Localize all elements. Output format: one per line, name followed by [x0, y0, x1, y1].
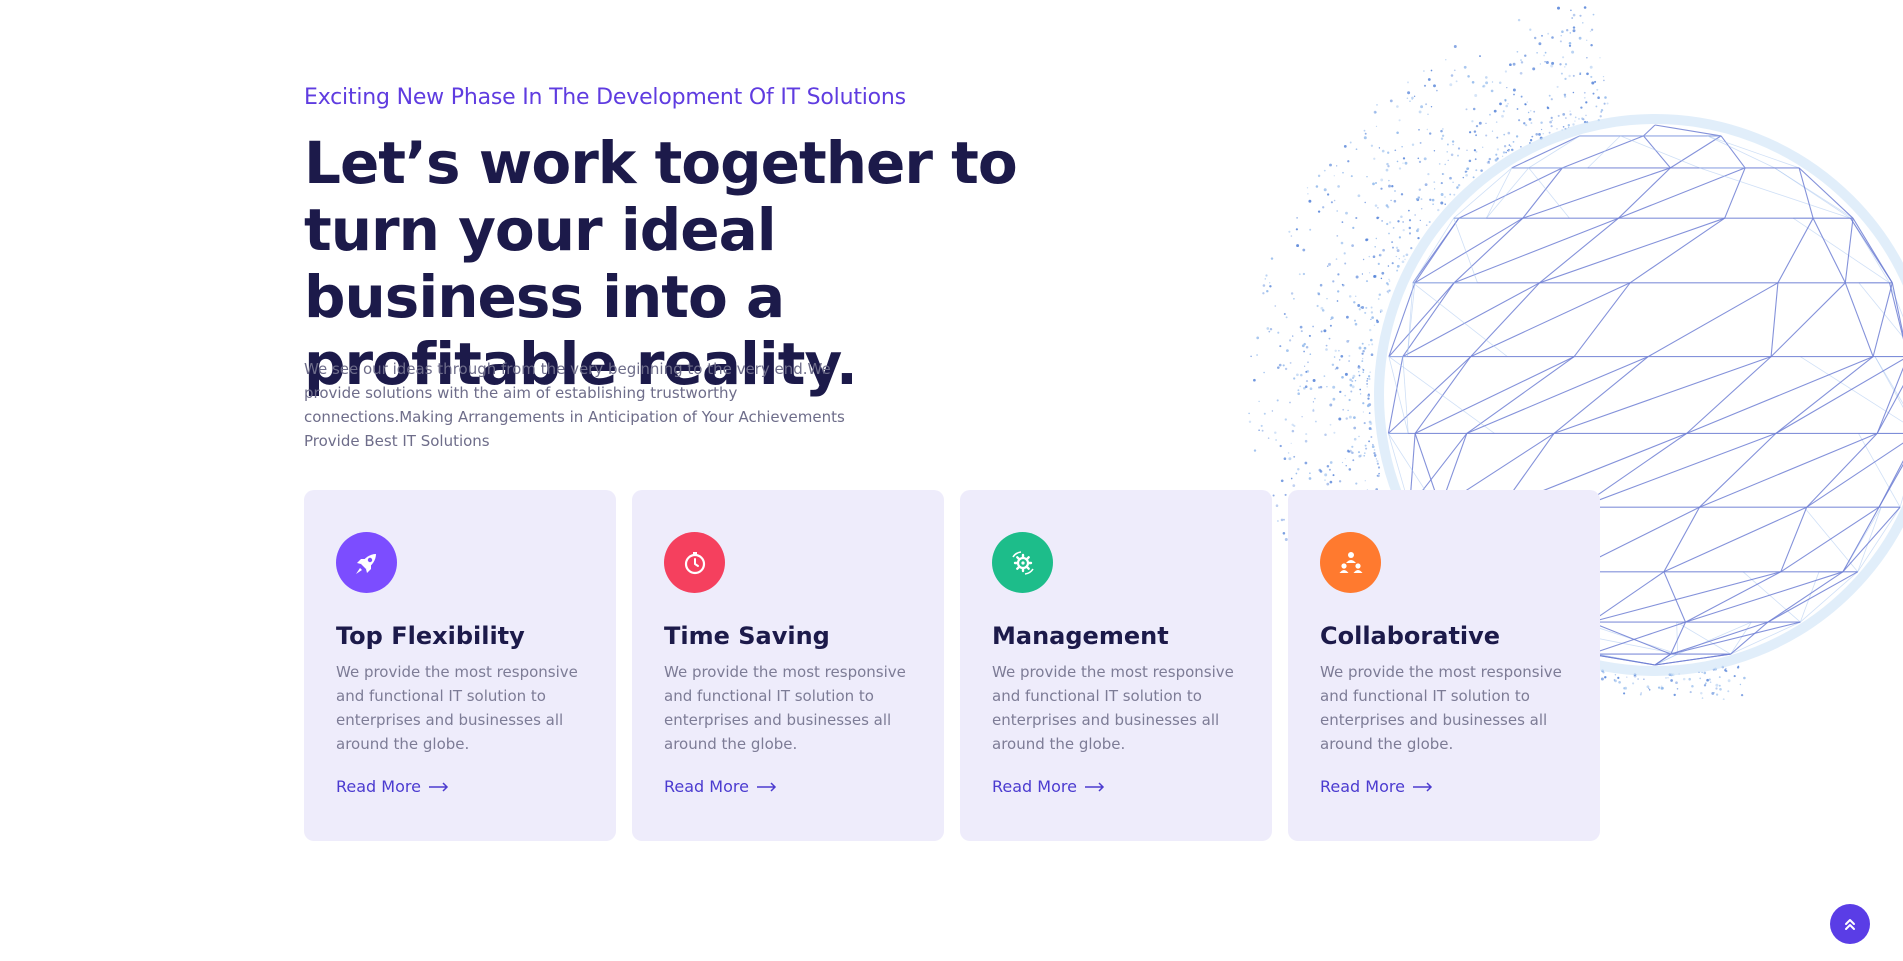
- gear-cycle-icon: [992, 532, 1053, 593]
- read-more-label: Read More: [992, 777, 1077, 796]
- scroll-to-top-button[interactable]: [1830, 904, 1870, 944]
- arrow-right-icon: [1412, 781, 1433, 792]
- feature-card-title: Management: [992, 622, 1169, 650]
- feature-card-description: We provide the most responsive and funct…: [664, 663, 906, 753]
- rocket-icon: [336, 532, 397, 593]
- feature-card-time-saving: Time Saving We provide the most responsi…: [632, 490, 944, 841]
- arrow-right-icon: [428, 781, 449, 792]
- hero-eyebrow: Exciting New Phase In The Development Of…: [304, 85, 906, 110]
- feature-card-title: Collaborative: [1320, 622, 1501, 650]
- feature-card-description: We provide the most responsive and funct…: [336, 663, 578, 753]
- read-more-link[interactable]: Read More: [664, 777, 777, 796]
- stopwatch-icon: [664, 532, 725, 593]
- arrow-right-icon: [1084, 781, 1105, 792]
- double-chevron-up-icon: [1845, 919, 1855, 930]
- team-icon: [1320, 532, 1381, 593]
- feature-card-management: Management We provide the most responsiv…: [960, 490, 1272, 841]
- read-more-link[interactable]: Read More: [336, 777, 449, 796]
- read-more-link[interactable]: Read More: [992, 777, 1105, 796]
- read-more-label: Read More: [664, 777, 749, 796]
- feature-card-title: Top Flexibility: [336, 622, 525, 650]
- arrow-right-icon: [756, 781, 777, 792]
- feature-card-top-flexibility: Top Flexibility We provide the most resp…: [304, 490, 616, 841]
- feature-card-description: We provide the most responsive and funct…: [1320, 663, 1562, 753]
- feature-card-collaborative: Collaborative We provide the most respon…: [1288, 490, 1600, 841]
- read-more-label: Read More: [336, 777, 421, 796]
- read-more-label: Read More: [1320, 777, 1405, 796]
- feature-card-description: We provide the most responsive and funct…: [992, 663, 1234, 753]
- hero-lead-text: We see our ideas through from the very b…: [304, 360, 845, 450]
- feature-card-title: Time Saving: [664, 622, 830, 650]
- read-more-link[interactable]: Read More: [1320, 777, 1433, 796]
